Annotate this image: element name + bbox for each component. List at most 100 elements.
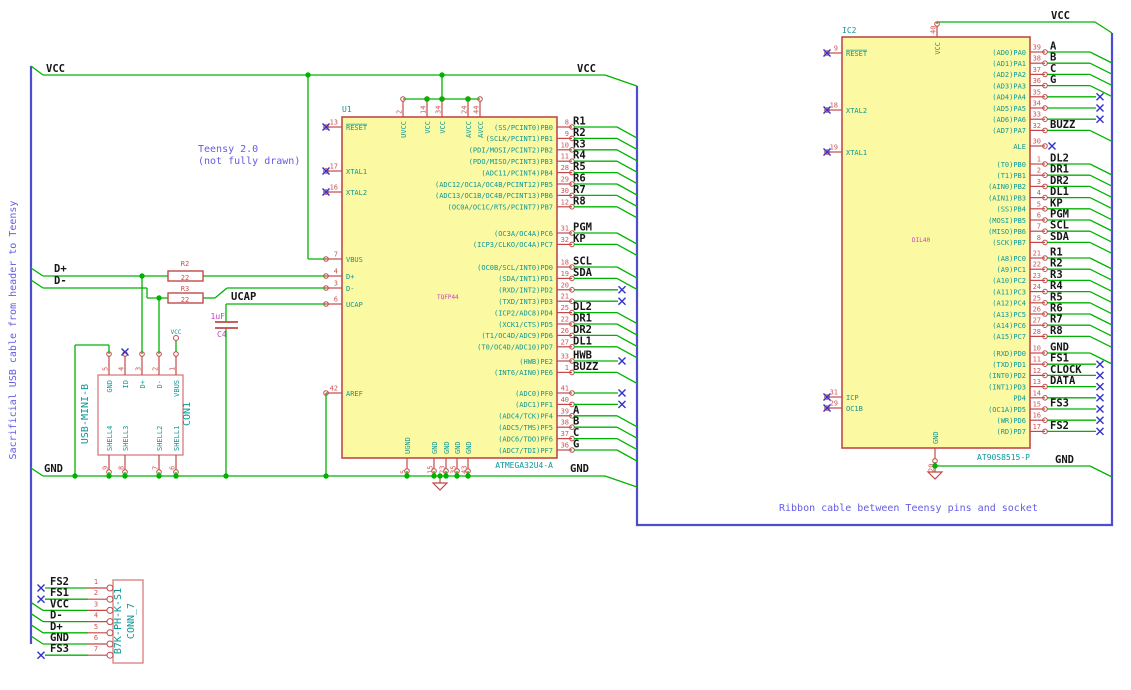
- r3-value[interactable]: 22: [181, 296, 189, 304]
- pin-name: AVCC: [477, 121, 485, 138]
- bus-entry: [1089, 62, 1113, 75]
- net-label: PGM: [1050, 209, 1069, 221]
- con1-value[interactable]: USB-MINI-B: [80, 384, 91, 444]
- junction-dot: [106, 473, 112, 479]
- pin-name: ALE: [1013, 143, 1026, 151]
- net-label: FS1: [1050, 353, 1069, 365]
- pin-name: (ADC13/OC1B/OC4B/PCINT13)PB6: [435, 192, 553, 200]
- bus-entry: [616, 149, 638, 162]
- net-label-vcc-left[interactable]: VCC: [46, 63, 65, 75]
- bus-entry: [30, 635, 44, 645]
- net-label: FS1: [50, 587, 69, 599]
- pin-name: (HWB)PE2: [519, 358, 553, 366]
- pin-number: 37: [561, 430, 569, 438]
- pin-name: VCC: [934, 42, 942, 55]
- pin-name: SHELL3: [122, 426, 130, 451]
- bus-entry: [616, 137, 638, 150]
- pin-name: (ADC7/TDI)PF7: [498, 447, 553, 455]
- bus-entry: [616, 438, 638, 451]
- pin-number: 10: [561, 141, 569, 149]
- net-label-gnd-ic2[interactable]: GND: [1055, 454, 1074, 466]
- net-label: SCL: [573, 256, 592, 268]
- c4-value[interactable]: 1uF: [211, 312, 226, 321]
- ic2-value[interactable]: AT90S8515-P: [977, 453, 1030, 462]
- pin-name: (INT0)PD2: [988, 372, 1026, 380]
- net-label: C: [573, 427, 579, 439]
- pin-number: 11: [1033, 356, 1041, 364]
- u1-value[interactable]: ATMEGA32U4-A: [495, 461, 553, 470]
- net-label-dplus[interactable]: D+: [54, 263, 67, 275]
- pin-name: (RXD)PD0: [992, 350, 1026, 358]
- pin-number: 20: [561, 281, 569, 289]
- pin-name: (ADC11/PCINT4)PB4: [481, 169, 553, 177]
- net-label-gnd-left[interactable]: GND: [44, 463, 63, 475]
- ic2-reference[interactable]: IC2: [842, 26, 857, 35]
- net-label-ucap[interactable]: UCAP: [231, 291, 256, 303]
- pin-name: (SCK)PB7: [992, 239, 1026, 247]
- r2-value[interactable]: 22: [181, 274, 189, 282]
- net-label: DR2: [1050, 175, 1069, 187]
- net-label: R5: [1050, 291, 1063, 303]
- pin-number: 34: [1033, 100, 1041, 108]
- net-label-gnd-mid[interactable]: GND: [570, 463, 589, 475]
- r2-reference[interactable]: R2: [181, 260, 189, 268]
- pin-name: (A13)PC5: [992, 311, 1026, 319]
- pin-number: 16: [1033, 412, 1041, 420]
- note-teensy-line1: Teensy 2.0: [198, 144, 258, 155]
- con1-reference[interactable]: CON1: [182, 402, 193, 426]
- conn7-value[interactable]: B7K-PH-K-S1: [113, 588, 124, 654]
- pin-name: (AD2)PA2: [992, 71, 1026, 79]
- dminus-net-wires[interactable]: [30, 279, 326, 354]
- conn7-reference[interactable]: CONN_7: [126, 603, 137, 639]
- pin-number: 9: [102, 466, 110, 470]
- net-label: B: [1050, 52, 1056, 64]
- pin-name: GND: [454, 441, 462, 454]
- capacitor-c4[interactable]: [215, 321, 238, 329]
- note-teensy-line2: (not fully drawn): [198, 156, 300, 167]
- net-label-vcc-ic2[interactable]: VCC: [1051, 10, 1070, 22]
- junction-dot: [439, 96, 445, 102]
- no-connect-icon: [618, 297, 626, 306]
- bus-entry: [1089, 51, 1113, 64]
- ucap-net-wires[interactable]: [225, 303, 326, 476]
- r3-reference[interactable]: R3: [181, 285, 189, 293]
- pin-number: 25: [1033, 294, 1041, 302]
- pin-name: (OC1A)PD5: [988, 406, 1026, 414]
- pin-name: D-: [346, 285, 354, 293]
- pin-number: 1: [1037, 156, 1041, 164]
- net-label: R6: [1050, 303, 1063, 315]
- bus-entry: [616, 183, 638, 196]
- pin-number: 32: [561, 236, 569, 244]
- bus-entry: [30, 624, 44, 634]
- pin-number: 26: [561, 327, 569, 335]
- pin-name: (T1/OC4D/ADC9)PD6: [481, 332, 553, 340]
- pin-name: VCC: [424, 121, 432, 134]
- u1-reference[interactable]: U1: [342, 105, 352, 114]
- pin-name: RESET: [346, 124, 368, 132]
- pin-name: (SS)PB4: [996, 206, 1026, 214]
- net-label-vcc-mid[interactable]: VCC: [577, 63, 596, 75]
- junction-dot: [72, 473, 78, 479]
- junction-dot: [437, 473, 443, 479]
- pin-number: 8: [1037, 234, 1041, 242]
- c4-reference[interactable]: C4: [217, 330, 227, 339]
- net-label: G: [1050, 74, 1056, 86]
- pin-number: 4: [94, 612, 98, 620]
- net-label: FS3: [1050, 398, 1069, 410]
- net-label: DATA: [1050, 375, 1076, 387]
- net-label: R8: [1050, 325, 1063, 337]
- pin-number: 25: [561, 304, 569, 312]
- bus-entry: [30, 601, 44, 611]
- pin-number: 36: [1033, 77, 1041, 85]
- no-connect-icon: [121, 348, 129, 356]
- pin-number: 6: [1037, 212, 1041, 220]
- bus-entry: [616, 415, 638, 428]
- bus-entry: [1089, 197, 1113, 210]
- pin-name: OC1B: [846, 405, 863, 413]
- net-label: SDA: [1050, 231, 1070, 243]
- pin-number: 38: [1033, 55, 1041, 63]
- pin-name: (A12)PC4: [992, 300, 1026, 308]
- net-label-dminus[interactable]: D-: [54, 275, 67, 287]
- pin-pad: [106, 651, 114, 659]
- bus-entry: [1089, 313, 1113, 326]
